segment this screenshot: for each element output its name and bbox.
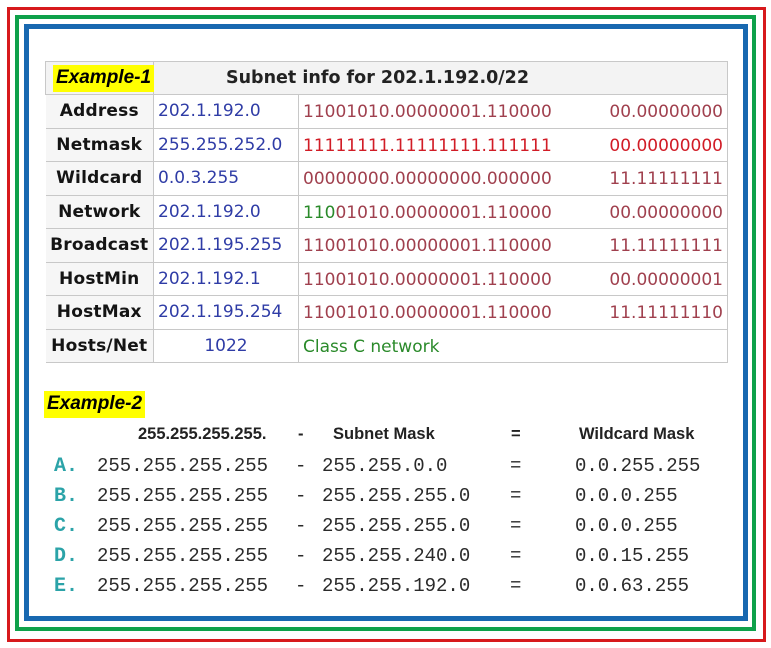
subnet-mask: 255.255.240.0 <box>322 545 471 567</box>
table-row-broadcast: Broadcast 202.1.195.255 11001010.0000000… <box>45 228 728 263</box>
row-label: Hosts/Net <box>45 328 154 363</box>
row-label: Network <box>45 194 154 229</box>
example1-badge: Example-1 <box>53 64 155 92</box>
binary-host-bits: 11.11111111 <box>609 169 723 189</box>
table-title: Subnet info for 202.1.192.0/22 <box>226 68 530 88</box>
wildcard-mask: 0.0.15.255 <box>575 545 690 567</box>
table-row-address: Address 202.1.192.0 11001010.00000001.11… <box>45 94 728 129</box>
row-binary: 11001010.00000001.110000 11.11111110 <box>298 295 728 330</box>
row-binary: 11001010.00000001.110000 00.00000000 <box>298 94 728 129</box>
row-ip: 0.0.3.255 <box>153 161 299 196</box>
row-binary: 11001010.00000001.110000 11.11111111 <box>298 228 728 263</box>
full-mask: 255.255.255.255 <box>97 485 269 507</box>
binary-network-bits: 11111111.11111111.111111 <box>303 135 552 156</box>
table-row-wildcard: Wildcard 0.0.3.255 00000000.00000000.000… <box>45 161 728 196</box>
row-label: HostMin <box>45 261 154 296</box>
minus-sign: - <box>295 575 307 597</box>
example2-badge: Example-2 <box>44 391 146 418</box>
row-binary: 11001010.00000001.110000 00.00000000 <box>298 194 728 229</box>
row-label: Wildcard <box>45 161 154 196</box>
equals-sign: = <box>510 485 522 507</box>
option-letter: E. <box>54 575 79 598</box>
binary-host-bits: 00.00000001 <box>609 269 723 290</box>
subnet-mask: 255.255.192.0 <box>322 575 471 597</box>
binary-network-bits: 11001010.00000001.110000 <box>303 303 552 323</box>
minus-sign: - <box>295 545 307 567</box>
binary-host-bits: 11.11111111 <box>609 236 723 256</box>
equals-sign: = <box>510 545 522 567</box>
binary-host-bits: 11.11111110 <box>609 303 723 323</box>
wildcard-mask: 0.0.0.255 <box>575 515 678 537</box>
wildcard-mask: 0.0.0.255 <box>575 485 678 507</box>
binary-network-bits: 00000000.00000000.000000 <box>303 169 552 189</box>
network-class-note: Class C network <box>303 336 440 357</box>
full-mask: 255.255.255.255 <box>97 575 269 597</box>
row-ip: 202.1.192.0 <box>153 194 299 229</box>
subnet-mask: 255.255.255.0 <box>322 515 471 537</box>
option-letter: B. <box>54 485 79 508</box>
row-binary: 00000000.00000000.000000 11.11111111 <box>298 161 728 196</box>
row-note-cell: Class C network <box>298 328 728 363</box>
minus-sign: - <box>295 485 307 507</box>
row-ip: 202.1.192.1 <box>153 261 299 296</box>
full-mask: 255.255.255.255 <box>97 515 269 537</box>
row-ip: 202.1.195.254 <box>153 295 299 330</box>
class-prefix-bits: 110 <box>303 202 336 223</box>
table-row-hostmin: HostMin 202.1.192.1 11001010.00000001.11… <box>45 261 728 296</box>
equals-sign: = <box>510 515 522 537</box>
binary-network-bits: 11001010.00000001.110000 <box>303 102 552 122</box>
row-label: Address <box>45 94 154 129</box>
wildcard-mask: 0.0.255.255 <box>575 455 701 477</box>
option-letter: A. <box>54 455 79 478</box>
subnet-mask: 255.255.0.0 <box>322 455 448 477</box>
subnet-mask: 255.255.255.0 <box>322 485 471 507</box>
header-wildcard-mask: Wildcard Mask <box>579 425 695 443</box>
row-ip: 255.255.252.0 <box>153 127 299 162</box>
minus-sign: - <box>295 455 307 477</box>
binary-network-bits: 11001010.00000001.110000 <box>303 236 552 256</box>
header-equals: = <box>511 425 521 443</box>
row-label: Broadcast <box>45 228 154 263</box>
row-ip: 202.1.195.255 <box>153 228 299 263</box>
host-count: 1022 <box>153 328 299 363</box>
full-mask: 255.255.255.255 <box>97 545 269 567</box>
binary-remaining-bits: 01010.00000001.110000 <box>335 202 552 223</box>
table-row-network: Network 202.1.192.0 11001010.00000001.11… <box>45 194 728 229</box>
row-binary: 11001010.00000001.110000 00.00000001 <box>298 261 728 296</box>
header-full-mask: 255.255.255.255. <box>138 425 267 443</box>
binary-host-bits: 00.00000000 <box>609 102 723 122</box>
option-letter: C. <box>54 515 79 538</box>
equals-sign: = <box>510 575 522 597</box>
wildcard-mask: 0.0.63.255 <box>575 575 690 597</box>
table-row-netmask: Netmask 255.255.252.0 11111111.11111111.… <box>45 127 728 162</box>
full-mask: 255.255.255.255 <box>97 455 269 477</box>
table-header-row: Example-1 Subnet info for 202.1.192.0/22 <box>45 61 728 95</box>
subnet-info-table: Example-1 Subnet info for 202.1.192.0/22… <box>45 61 728 363</box>
example1-badge-cell: Example-1 <box>45 61 155 95</box>
table-row-hosts-net: Hosts/Net 1022 Class C network <box>45 328 728 363</box>
header-subnet-mask: Subnet Mask <box>333 425 435 443</box>
header-dash: - <box>298 425 304 443</box>
binary-network-bits: 11001010.00000001.110000 <box>303 269 552 290</box>
equals-sign: = <box>510 455 522 477</box>
row-binary: 11111111.11111111.111111 00.00000000 <box>298 127 728 162</box>
binary-host-bits: 00.00000000 <box>609 202 723 223</box>
binary-network-bits: 11001010.00000001.110000 <box>303 203 552 223</box>
option-letter: D. <box>54 545 79 568</box>
table-row-hostmax: HostMax 202.1.195.254 11001010.00000001.… <box>45 295 728 330</box>
binary-host-bits: 00.00000000 <box>609 135 723 156</box>
table-title-cell: Subnet info for 202.1.192.0/22 <box>153 61 728 95</box>
row-label: HostMax <box>45 295 154 330</box>
row-ip: 202.1.192.0 <box>153 94 299 129</box>
row-label: Netmask <box>45 127 154 162</box>
minus-sign: - <box>295 515 307 537</box>
